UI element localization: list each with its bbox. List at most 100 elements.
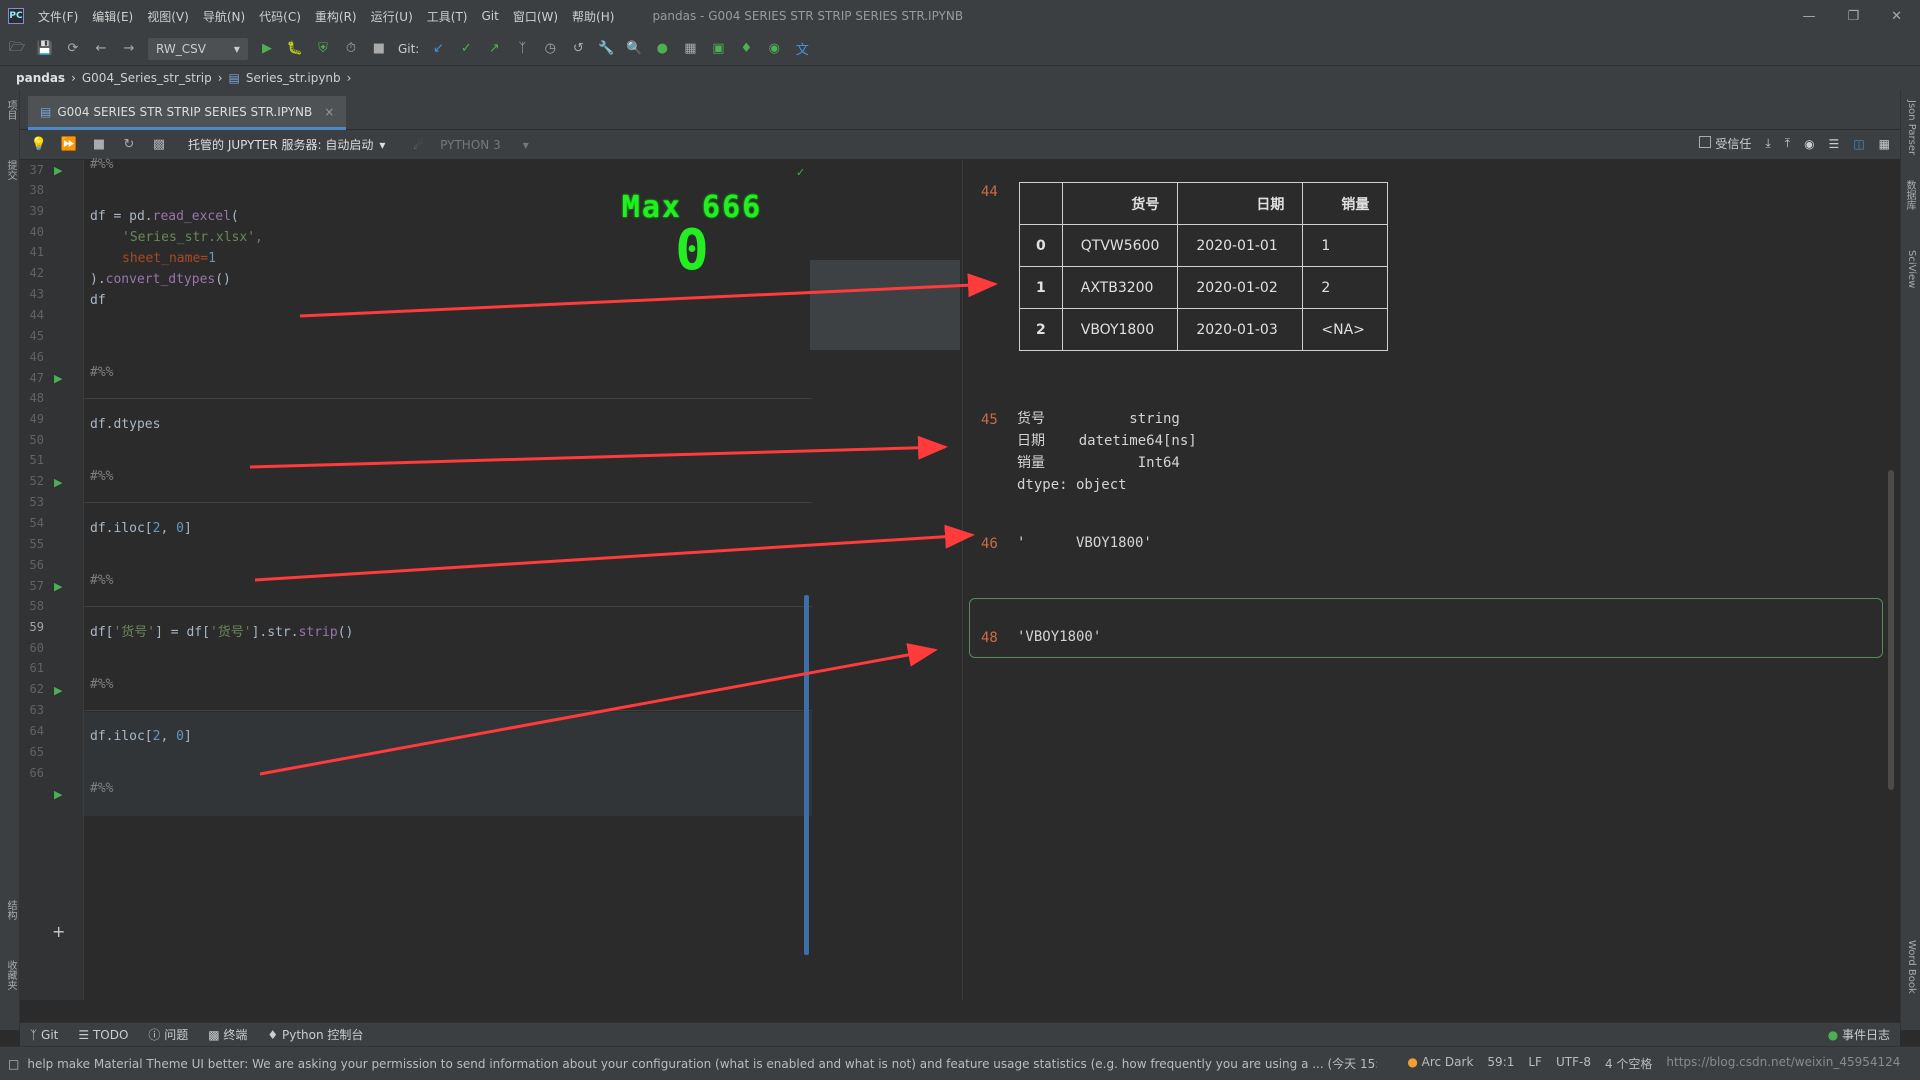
- cell-separator: [84, 710, 812, 711]
- status-message[interactable]: help make Material Theme UI better: We a…: [27, 1055, 1377, 1072]
- close-tab-icon[interactable]: ×: [324, 105, 334, 119]
- run-cell-icon[interactable]: ▶: [54, 788, 62, 801]
- editor-only-icon[interactable]: ☰: [1829, 137, 1840, 151]
- search-icon[interactable]: 🔍: [625, 40, 643, 58]
- plugin-icon[interactable]: ●: [653, 40, 671, 58]
- code-line-58: #%%: [90, 677, 114, 692]
- preview-icon[interactable]: ▦: [1879, 137, 1890, 151]
- kernel-icon: ☄: [413, 137, 425, 152]
- line-separator[interactable]: LF: [1528, 1055, 1542, 1072]
- line-number: 40: [29, 225, 44, 239]
- run-cell-icon[interactable]: ▶: [54, 476, 62, 489]
- add-cell-icon[interactable]: +: [52, 922, 65, 941]
- tool-commit[interactable]: 提交: [3, 160, 18, 180]
- restore-icon[interactable]: ❐: [1847, 9, 1859, 24]
- run-config-select[interactable]: RW_CSV ▾: [148, 37, 248, 60]
- trusted-checkbox[interactable]: 受信任: [1699, 135, 1751, 152]
- inspect-icon[interactable]: ◉: [765, 40, 783, 58]
- run-cell-icon[interactable]: ▶: [54, 580, 62, 593]
- forward-icon[interactable]: →: [120, 40, 138, 58]
- translate-icon[interactable]: 文: [793, 40, 811, 58]
- minimap-viewport[interactable]: [810, 260, 960, 350]
- menu-file[interactable]: 文件(F): [38, 8, 78, 25]
- menu-view[interactable]: 视图(V): [147, 8, 189, 25]
- tool-structure[interactable]: 结构: [3, 900, 18, 920]
- open-folder-icon[interactable]: 🗁: [8, 40, 26, 58]
- menu-refactor[interactable]: 重构(R): [315, 8, 357, 25]
- breadcrumb-folder[interactable]: G004_Series_str_strip: [82, 71, 212, 85]
- run-cell-icon[interactable]: ▶: [54, 372, 62, 385]
- event-log[interactable]: ● 事件日志: [1828, 1026, 1890, 1043]
- save-icon[interactable]: 💾: [36, 40, 54, 58]
- menu-window[interactable]: 窗口(W): [513, 8, 558, 25]
- tool-sciview[interactable]: SciView: [1906, 250, 1917, 288]
- git-update-icon[interactable]: ↙: [429, 40, 447, 58]
- revert-icon[interactable]: ↺: [569, 40, 587, 58]
- run-all-icon[interactable]: ⏩: [60, 136, 78, 154]
- stop-icon[interactable]: ■: [370, 40, 388, 58]
- tool-favorites[interactable]: 收藏夹: [3, 960, 18, 990]
- tab-python-console[interactable]: ♦ Python 控制台: [267, 1026, 363, 1043]
- menu-edit[interactable]: 编辑(E): [92, 8, 133, 25]
- code-line-46: #%%: [90, 365, 114, 380]
- menu-help[interactable]: 帮助(H): [572, 8, 614, 25]
- tool-database[interactable]: 数据库: [1902, 180, 1917, 210]
- sciview-icon[interactable]: ▣: [709, 40, 727, 58]
- tab-problems[interactable]: ⓘ 问题: [148, 1026, 188, 1043]
- layout-icon[interactable]: ▦: [681, 40, 699, 58]
- run-cell-icon[interactable]: ▶: [54, 684, 62, 697]
- eye-icon[interactable]: ◉: [1804, 137, 1814, 151]
- history-icon[interactable]: ◷: [541, 40, 559, 58]
- variables-icon[interactable]: ▩: [150, 136, 168, 154]
- breadcrumb-file[interactable]: Series_str.ipynb: [246, 71, 341, 85]
- tool-json-parser[interactable]: Json Parser: [1906, 100, 1917, 155]
- breadcrumb-project[interactable]: pandas: [16, 71, 65, 85]
- jupyter-server-select[interactable]: 托管的 JUPYTER 服务器: 自动启动 ▾: [180, 134, 393, 156]
- indent-setting[interactable]: 4 个空格: [1605, 1055, 1652, 1072]
- menu-git[interactable]: Git: [481, 9, 498, 23]
- sync-icon[interactable]: ⟳: [64, 40, 82, 58]
- line-number: 65: [29, 745, 44, 759]
- notification-icon[interactable]: □: [8, 1057, 19, 1071]
- git-push-icon[interactable]: ↗: [485, 40, 503, 58]
- run-config-label: RW_CSV: [156, 41, 206, 56]
- run-cell-icon[interactable]: ▶: [54, 164, 62, 177]
- lightbulb-icon[interactable]: 💡: [30, 136, 48, 154]
- tool-project[interactable]: 项目: [3, 100, 18, 120]
- kernel-select[interactable]: ☄ PYTHON 3 ▾: [405, 134, 536, 156]
- tool-word-book[interactable]: Word Book: [1906, 940, 1917, 994]
- selected-output-cell[interactable]: [969, 598, 1883, 658]
- minimize-icon[interactable]: —: [1802, 9, 1815, 24]
- minimap[interactable]: ✓: [796, 160, 960, 350]
- menu-code[interactable]: 代码(C): [259, 8, 301, 25]
- menu-navigate[interactable]: 导航(N): [203, 8, 245, 25]
- restart-icon[interactable]: ↻: [120, 136, 138, 154]
- wrench-icon[interactable]: 🔧: [597, 40, 615, 58]
- tab-terminal[interactable]: ▩ 终端: [208, 1026, 247, 1043]
- tab-todo[interactable]: ☰ TODO: [78, 1028, 128, 1042]
- menu-run[interactable]: 运行(U): [371, 8, 413, 25]
- theme-indicator[interactable]: ● Arc Dark: [1407, 1055, 1473, 1072]
- tab-git[interactable]: ᛉ Git: [30, 1028, 58, 1042]
- editor-scrollbar[interactable]: [804, 595, 809, 955]
- coverage-icon[interactable]: ⛨: [314, 40, 332, 58]
- output-scrollbar[interactable]: [1888, 470, 1894, 790]
- run-icon[interactable]: ▶: [258, 40, 276, 58]
- move-up-icon[interactable]: ⤒: [1785, 136, 1790, 151]
- puzzle-icon[interactable]: ♦: [737, 40, 755, 58]
- cursor-position[interactable]: 59:1: [1487, 1055, 1514, 1072]
- split-view-icon[interactable]: ◫: [1853, 137, 1864, 151]
- debug-icon[interactable]: 🐛: [286, 40, 304, 58]
- close-icon[interactable]: ✕: [1891, 9, 1902, 24]
- menu-tools[interactable]: 工具(T): [427, 8, 468, 25]
- file-encoding[interactable]: UTF-8: [1556, 1055, 1591, 1072]
- interrupt-icon[interactable]: ■: [90, 136, 108, 154]
- back-icon[interactable]: ←: [92, 40, 110, 58]
- profile-icon[interactable]: ⏱: [342, 40, 360, 58]
- git-branch-icon[interactable]: ᛉ: [513, 40, 531, 58]
- git-commit-icon[interactable]: ✓: [457, 40, 475, 58]
- tab-notebook[interactable]: ▤ G004 SERIES STR STRIP SERIES STR.IPYNB…: [28, 96, 347, 130]
- move-down-icon[interactable]: ⤓: [1765, 136, 1770, 151]
- window-title: pandas - G004 SERIES STR STRIP SERIES ST…: [652, 9, 964, 23]
- line-number: 42: [29, 266, 44, 280]
